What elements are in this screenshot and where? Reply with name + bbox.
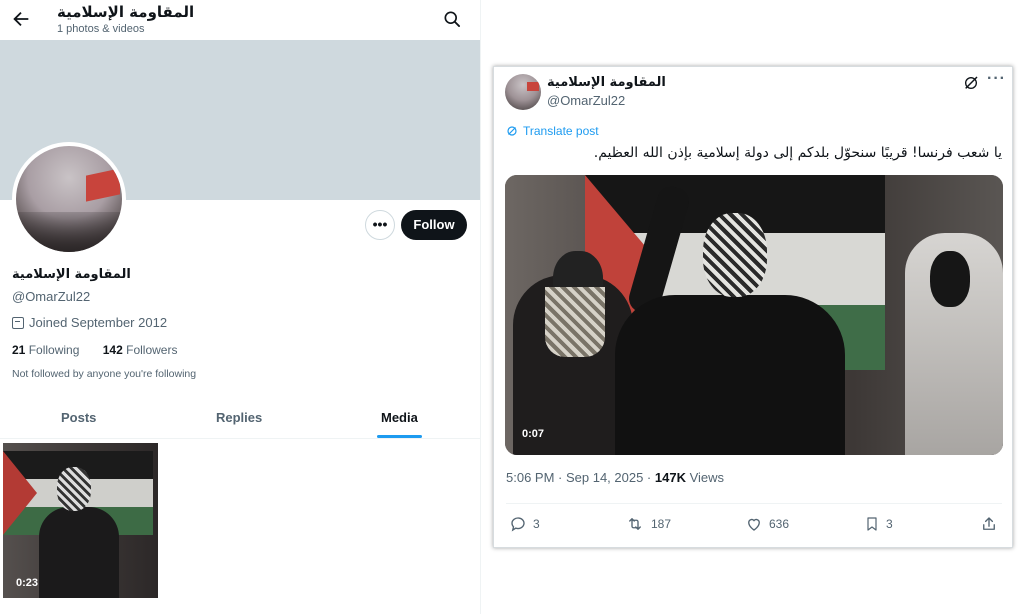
translate-post-label: Translate post bbox=[523, 124, 599, 138]
follow-button[interactable]: Follow bbox=[401, 210, 467, 240]
search-icon[interactable] bbox=[442, 9, 462, 29]
repost-button[interactable]: 187 bbox=[625, 515, 671, 533]
joined-date: Joined September 2012 bbox=[12, 315, 167, 330]
figure-right-mask bbox=[930, 251, 970, 307]
like-icon bbox=[748, 518, 760, 531]
tweet-video[interactable]: 0:07 bbox=[505, 175, 1003, 455]
tweet-separator bbox=[506, 503, 1002, 504]
profile-handle: @OmarZul22 bbox=[12, 289, 91, 304]
bookmark-button[interactable]: 3 bbox=[864, 515, 893, 533]
tweet-card: المقاومة الإسلامية @OmarZul22 ··· Transl… bbox=[493, 66, 1013, 548]
figure-body bbox=[39, 507, 119, 598]
joined-date-text: Joined September 2012 bbox=[29, 315, 168, 330]
tweet-avatar[interactable] bbox=[505, 74, 541, 110]
reply-button[interactable]: 3 bbox=[509, 515, 540, 533]
like-count: 636 bbox=[769, 517, 790, 531]
more-icon: ••• bbox=[372, 216, 388, 232]
avatar[interactable] bbox=[12, 142, 126, 256]
tweet-author-name[interactable]: المقاومة الإسلامية bbox=[547, 75, 666, 90]
bookmark-icon bbox=[867, 517, 877, 531]
avatar-flag-image bbox=[86, 168, 120, 202]
back-arrow-icon[interactable] bbox=[10, 8, 32, 30]
translate-icon bbox=[507, 126, 517, 136]
tweet-more-icon[interactable]: ··· bbox=[987, 70, 1006, 88]
header-post-count: 1 photos & videos bbox=[57, 23, 145, 35]
repost-count: 187 bbox=[651, 517, 672, 531]
followers-link[interactable]: 142 Followers bbox=[103, 343, 188, 357]
more-options-button[interactable]: ••• bbox=[365, 210, 395, 240]
followers-label: Followers bbox=[126, 343, 178, 357]
not-followed-note: Not followed by anyone you're following bbox=[12, 368, 197, 380]
figure-left-keffiyeh bbox=[545, 287, 605, 357]
figure-center-body bbox=[615, 295, 845, 455]
tweet-meta: 5:06 PM · Sep 14, 2025 · 147K Views bbox=[506, 470, 724, 485]
translate-post-link[interactable]: Translate post bbox=[506, 124, 599, 138]
follow-stats: 21 Following 142 Followers bbox=[12, 343, 197, 357]
tweet-actions: 3 187 636 3 bbox=[494, 515, 1014, 537]
video-duration: 0:07 bbox=[522, 428, 545, 440]
grok-icon[interactable] bbox=[963, 75, 979, 91]
share-button[interactable] bbox=[980, 515, 998, 533]
reply-icon bbox=[511, 517, 525, 532]
like-button[interactable]: 636 bbox=[745, 515, 789, 533]
profile-panel: المقاومة الإسلامية 1 photos & videos •••… bbox=[0, 0, 480, 614]
masked-figure bbox=[39, 467, 129, 598]
reply-count: 3 bbox=[533, 517, 540, 531]
tweet-views-label: Views bbox=[685, 470, 725, 485]
flag-triangle-red bbox=[3, 451, 37, 535]
active-tab-indicator bbox=[377, 435, 422, 438]
following-count: 21 bbox=[12, 343, 26, 357]
followers-count: 142 bbox=[102, 343, 123, 357]
panel-divider bbox=[480, 0, 481, 614]
following-link[interactable]: 21 Following bbox=[12, 343, 89, 357]
share-icon bbox=[983, 517, 995, 530]
bookmark-count: 3 bbox=[886, 517, 893, 531]
figure-center-keffiyeh-head bbox=[703, 213, 767, 297]
tweet-text: يا شعب فرنسا! قريبًا سنحوّل بلدكم إلى دو… bbox=[593, 145, 1002, 161]
avatar-crowd-image bbox=[16, 212, 122, 252]
calendar-icon bbox=[12, 316, 24, 329]
screenshot-root: المقاومة الإسلامية 1 photos & videos •••… bbox=[0, 0, 1024, 614]
tweet-timestamp[interactable]: 5:06 PM · Sep 14, 2025 · bbox=[506, 470, 655, 485]
media-grid-item[interactable]: 0:23 bbox=[3, 443, 158, 598]
profile-topbar: المقاومة الإسلامية 1 photos & videos bbox=[0, 0, 480, 40]
following-label: Following bbox=[28, 343, 80, 357]
profile-name: المقاومة الإسلامية bbox=[12, 267, 131, 282]
video-duration: 0:23 bbox=[16, 577, 39, 589]
tweet-views-count: 147K bbox=[654, 470, 686, 485]
figure-keffiyeh-head bbox=[57, 467, 91, 511]
repost-icon bbox=[629, 518, 641, 530]
tweet-author-handle[interactable]: @OmarZul22 bbox=[547, 93, 625, 108]
tab-replies[interactable]: Replies bbox=[216, 410, 262, 425]
header-profile-name: المقاومة الإسلامية bbox=[57, 3, 195, 21]
tweet-avatar-flag bbox=[527, 82, 539, 91]
tab-posts[interactable]: Posts bbox=[61, 410, 96, 425]
tab-media[interactable]: Media bbox=[381, 410, 418, 425]
profile-tabs: Posts Replies Media bbox=[0, 396, 480, 439]
